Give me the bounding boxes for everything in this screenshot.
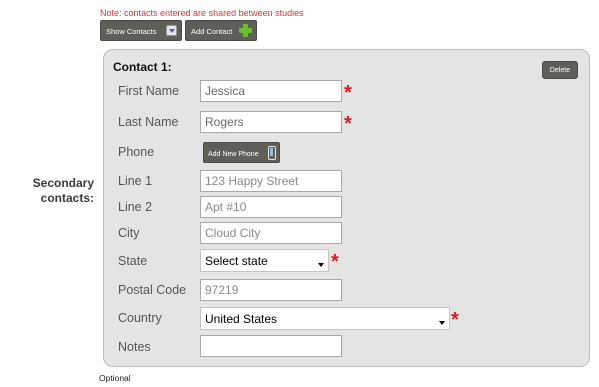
country-label: Country [118,311,162,325]
contact-title: Contact 1: [113,60,172,74]
notes-input[interactable] [200,335,342,357]
postal-code-label: Postal Code [118,283,187,297]
first-name-required-marker: * [344,82,352,104]
state-select[interactable]: Select state [200,249,329,272]
first-name-input[interactable] [200,80,342,102]
download-icon [166,25,177,36]
city-input[interactable] [200,222,342,244]
postal-code-input[interactable] [200,279,342,301]
show-contacts-button[interactable]: Show Contacts [100,20,182,41]
country-select[interactable]: United States [200,307,450,330]
line2-input[interactable] [200,196,342,218]
delete-contact-button[interactable]: Delete [542,61,578,79]
shared-contacts-note: Note: contacts entered are shared betwee… [100,8,304,18]
phone-label: Phone [118,145,155,159]
state-required-marker: * [331,251,339,273]
country-selected-value: United States [205,311,278,326]
mobile-phone-icon [268,145,276,160]
line2-label: Line 2 [118,200,153,214]
first-name-label: First Name [118,84,180,98]
chevron-down-icon [439,320,445,325]
optional-label: Optional [99,373,131,383]
state-label: State [118,254,148,268]
add-contact-label: Add Contact [191,27,233,36]
line1-label: Line 1 [118,174,153,188]
add-new-phone-button[interactable]: Add New Phone [203,142,280,163]
notes-label: Notes [118,340,151,354]
add-contact-button[interactable]: Add Contact [185,20,257,41]
secondary-contacts-label: Secondary contacts: [32,176,94,205]
line1-input[interactable] [200,170,342,192]
country-required-marker: * [451,309,459,331]
city-label: City [118,226,140,240]
last-name-required-marker: * [344,113,352,135]
chevron-down-icon [318,262,324,267]
show-contacts-label: Show Contacts [106,27,157,36]
last-name-input[interactable] [200,111,342,133]
plus-icon [239,24,252,37]
last-name-label: Last Name [118,115,179,129]
state-selected-value: Select state [205,253,268,268]
add-new-phone-label: Add New Phone [208,151,259,158]
